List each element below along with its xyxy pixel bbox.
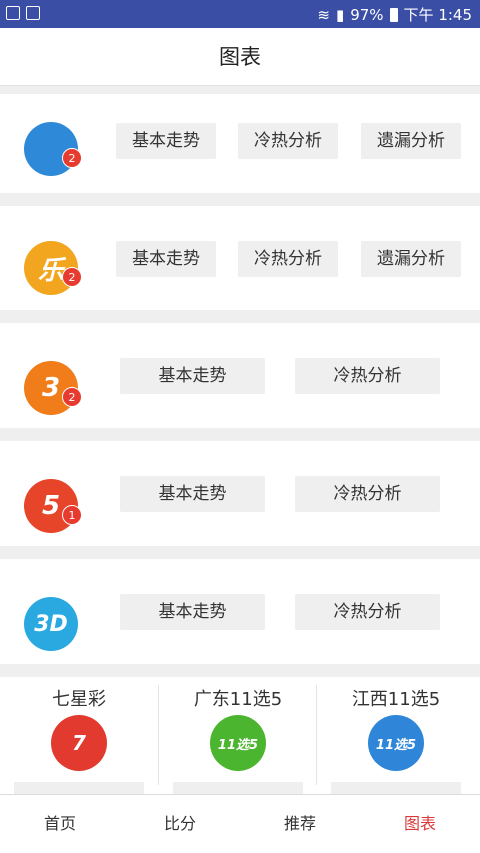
tab-recommend[interactable]: 推荐 bbox=[240, 795, 360, 853]
game-name: 江西11选5 bbox=[351, 689, 441, 710]
basic-trend-button[interactable]: 基本走势 bbox=[116, 241, 216, 277]
missing-analysis-button[interactable]: 遗漏分析 bbox=[361, 241, 461, 277]
hot-cold-button[interactable]: 冷热分析 bbox=[295, 358, 440, 394]
signal-icon: ▮ bbox=[335, 5, 345, 24]
tab-charts[interactable]: 图表 bbox=[360, 795, 480, 853]
bottom-tab-bar: 首页 比分 推荐 图表 bbox=[0, 794, 480, 853]
basic-trend-button[interactable]: 基本走势 bbox=[120, 476, 265, 512]
image-icon bbox=[6, 6, 20, 20]
game-guangdong-11x5[interactable]: 广东11选5 11选5 bbox=[159, 677, 317, 794]
hot-cold-button[interactable]: 冷热分析 bbox=[295, 476, 440, 512]
basic-trend-button[interactable]: 基本走势 bbox=[120, 594, 265, 630]
lottery-card-1: 2 基本走势 冷热分析 遗漏分析 bbox=[0, 94, 480, 193]
lottery-ball-icon: 5 1 bbox=[24, 479, 82, 533]
battery-percent: 97% bbox=[350, 5, 384, 24]
game-qixingcai[interactable]: 七星彩 7 bbox=[0, 677, 158, 794]
hot-cold-button[interactable]: 冷热分析 bbox=[238, 123, 338, 159]
hot-cold-button[interactable]: 冷热分析 bbox=[238, 241, 338, 277]
tab-home[interactable]: 首页 bbox=[0, 795, 120, 853]
wifi-icon: ≋ bbox=[317, 5, 330, 24]
star-11x5-icon: 11选5 bbox=[368, 715, 424, 771]
status-bar: ≋ ▮ 97% 下午 1:45 bbox=[0, 0, 480, 28]
missing-analysis-button[interactable]: 遗漏分析 bbox=[361, 123, 461, 159]
game-name: 七星彩 bbox=[52, 689, 106, 710]
lottery-card-5: 3D 基本走势 冷热分析 bbox=[0, 559, 480, 664]
basic-trend-button[interactable]: 基本走势 bbox=[116, 123, 216, 159]
clock: 下午 1:45 bbox=[403, 6, 472, 24]
lottery-card-2: 乐 2 基本走势 冷热分析 遗漏分析 bbox=[0, 206, 480, 310]
page-title: 图表 bbox=[0, 28, 480, 86]
game-jiangxi-11x5[interactable]: 江西11选5 11选5 bbox=[317, 677, 475, 794]
seven-star-icon: 7 bbox=[51, 715, 107, 771]
lottery-ball-icon: 2 bbox=[24, 122, 82, 176]
battery-icon bbox=[389, 7, 398, 22]
lottery-ball-icon: 3 2 bbox=[24, 361, 82, 415]
lottery-3d-icon: 3D bbox=[24, 597, 78, 651]
game-grid: 七星彩 7 广东11选5 11选5 江西11选5 11选5 bbox=[0, 677, 480, 794]
tab-scores[interactable]: 比分 bbox=[120, 795, 240, 853]
basic-trend-button[interactable]: 基本走势 bbox=[120, 358, 265, 394]
checkbox-icon bbox=[26, 6, 40, 20]
lottery-card-4: 5 1 基本走势 冷热分析 bbox=[0, 441, 480, 546]
hot-cold-button[interactable]: 冷热分析 bbox=[295, 594, 440, 630]
lottery-card-3: 3 2 基本走势 冷热分析 bbox=[0, 323, 480, 428]
lottery-ball-icon: 乐 2 bbox=[24, 241, 82, 295]
star-11x5-icon: 11选5 bbox=[210, 715, 266, 771]
game-name: 广东11选5 bbox=[193, 689, 283, 710]
